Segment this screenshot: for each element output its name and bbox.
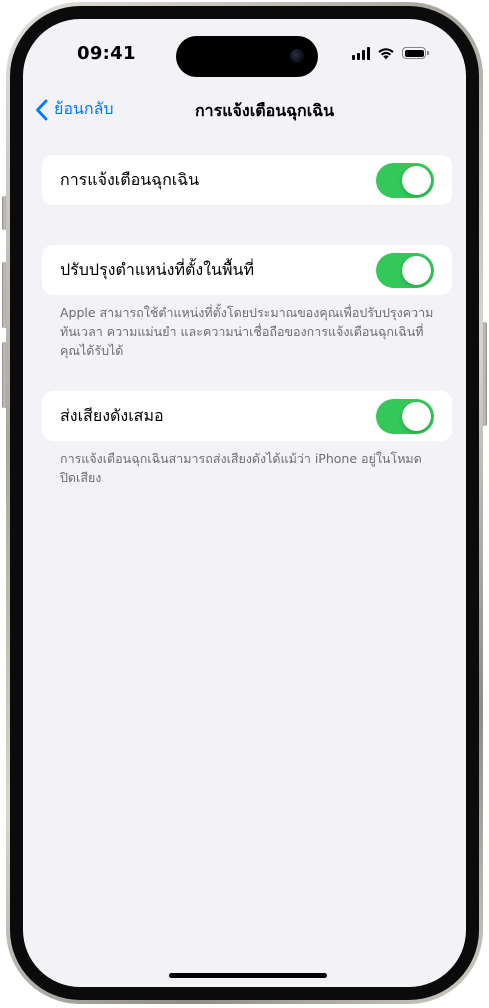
setting-label: การแจ้งเตือนฉุกเฉิน: [60, 169, 200, 189]
improve-location-toggle[interactable]: [376, 252, 434, 288]
setting-label: ส่งเสียงดังเสมอ: [60, 405, 164, 425]
page-title: การแจ้งเตือนฉุกเฉิน: [194, 101, 335, 120]
always-play-sound-toggle[interactable]: [376, 398, 434, 434]
dynamic-island: [176, 36, 318, 77]
home-indicator: [169, 973, 327, 978]
emergency-alerts-toggle[interactable]: [376, 162, 434, 198]
screen: 09:41 ย้อนกลับ การแจ้งเตือนฉุกเฉิน การแจ…: [23, 19, 466, 987]
phone-bezel: 09:41 ย้อนกลับ การแจ้งเตือนฉุกเฉิน การแจ…: [10, 6, 479, 1000]
toggle-knob: [402, 165, 431, 195]
setting-row-emergency-alerts: การแจ้งเตือนฉุกเฉิน: [42, 155, 452, 205]
navigation-bar: ย้อนกลับ การแจ้งเตือนฉุกเฉิน: [23, 97, 466, 127]
setting-row-always-play-sound: ส่งเสียงดังเสมอ: [42, 391, 452, 441]
setting-label: ปรับปรุงตำแหน่งที่ตั้งในพื้นที่: [60, 259, 254, 279]
cellular-signal-icon: [352, 46, 370, 60]
status-icons: [352, 46, 429, 60]
setting-row-improve-location: ปรับปรุงตำแหน่งที่ตั้งในพื้นที่: [42, 245, 452, 295]
improve-location-footnote: Apple สามารถใช้ตำแหน่งที่ตั้งโดยประมาณขอ…: [60, 305, 434, 358]
toggle-knob: [402, 255, 431, 285]
wifi-icon: [378, 48, 394, 60]
battery-icon: [402, 47, 429, 59]
status-time: 09:41: [77, 43, 136, 64]
always-play-sound-footnote: การแจ้งเตือนฉุกเฉินสามารถส่งเสียงดังได้แ…: [60, 451, 422, 485]
camera-icon: [290, 49, 304, 63]
battery-level: [404, 49, 424, 57]
phone-frame: 09:41 ย้อนกลับ การแจ้งเตือนฉุกเฉิน การแจ…: [6, 2, 483, 1004]
toggle-knob: [402, 401, 431, 431]
